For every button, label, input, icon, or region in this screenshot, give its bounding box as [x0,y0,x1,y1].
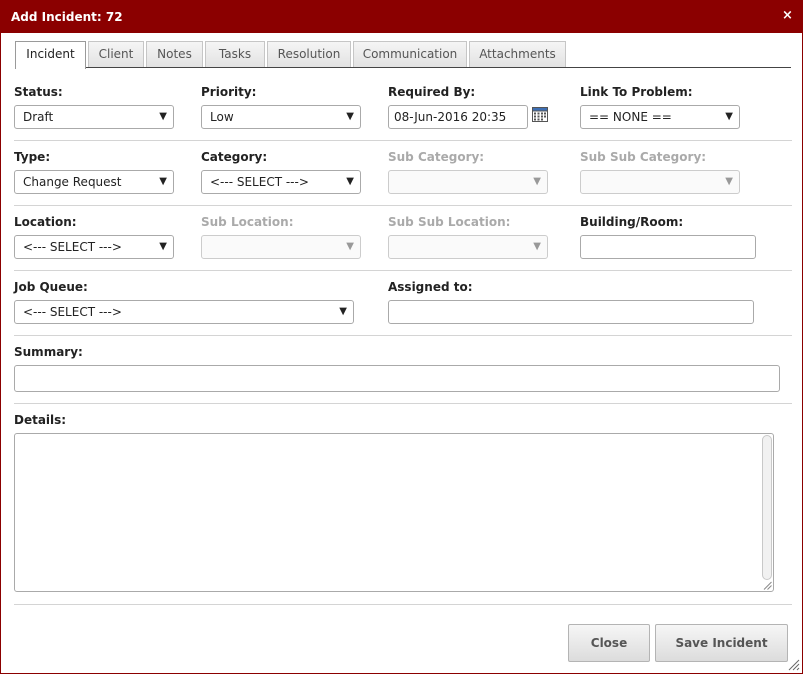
priority-select[interactable]: Low ▼ [201,105,361,129]
dialog-resize-grip-icon[interactable] [788,659,800,671]
details-label: Details: [14,413,67,427]
status-select[interactable]: Draft ▼ [14,105,174,129]
close-icon[interactable]: × [782,9,794,23]
divider [14,335,792,336]
category-label: Category: [201,150,268,164]
divider [14,403,792,404]
dropdown-arrow-icon: ▼ [725,176,733,187]
summary-label: Summary: [14,345,83,359]
location-select[interactable]: <--- SELECT ---> ▼ [14,235,174,259]
required-by-label: Required By: [388,85,476,99]
details-scrollbar[interactable] [762,435,772,580]
required-by-input[interactable]: 08-Jun-2016 20:35 [388,105,528,129]
priority-label: Priority: [201,85,257,99]
priority-value: Low [210,110,234,124]
location-label: Location: [14,215,77,229]
dropdown-arrow-icon: ▼ [533,241,541,252]
details-textarea[interactable] [14,433,774,592]
sub-sub-location-label: Sub Sub Location: [388,215,511,229]
dropdown-arrow-icon: ▼ [533,176,541,187]
save-incident-button[interactable]: Save Incident [655,624,788,662]
type-label: Type: [14,150,51,164]
tab-bar: Incident Client Notes Tasks Resolution C… [15,41,791,69]
sub-category-select: ▼ [388,170,548,194]
sub-location-label: Sub Location: [201,215,294,229]
sub-sub-category-label: Sub Sub Category: [580,150,707,164]
divider [14,205,792,206]
job-queue-value: <--- SELECT ---> [23,305,122,319]
link-to-problem-label: Link To Problem: [580,85,693,99]
job-queue-label: Job Queue: [14,280,88,294]
divider [14,604,792,605]
type-select[interactable]: Change Request ▼ [14,170,174,194]
divider [14,140,792,141]
dropdown-arrow-icon: ▼ [159,241,167,252]
link-to-problem-select[interactable]: == NONE == ▼ [580,105,740,129]
calendar-icon[interactable] [532,107,548,122]
tab-resolution[interactable]: Resolution [267,41,351,67]
add-incident-dialog: Add Incident: 72 × Incident Client Notes… [0,0,803,674]
status-label: Status: [14,85,63,99]
dropdown-arrow-icon: ▼ [346,241,354,252]
sub-location-select: ▼ [201,235,361,259]
divider [14,270,792,271]
dropdown-arrow-icon: ▼ [159,176,167,187]
summary-input[interactable] [14,365,780,392]
sub-category-label: Sub Category: [388,150,485,164]
job-queue-select[interactable]: <--- SELECT ---> ▼ [14,300,354,324]
assigned-to-input[interactable] [388,300,754,324]
assigned-to-label: Assigned to: [388,280,473,294]
tab-tasks[interactable]: Tasks [205,41,265,67]
tab-attachments[interactable]: Attachments [469,41,566,67]
dropdown-arrow-icon: ▼ [159,111,167,122]
dropdown-arrow-icon: ▼ [346,111,354,122]
dropdown-arrow-icon: ▼ [339,306,347,317]
dropdown-arrow-icon: ▼ [346,176,354,187]
category-value: <--- SELECT ---> [210,175,309,189]
tab-communication[interactable]: Communication [353,41,467,67]
link-to-problem-value: == NONE == [589,110,672,124]
dropdown-arrow-icon: ▼ [725,111,733,122]
tab-client[interactable]: Client [88,41,144,67]
category-select[interactable]: <--- SELECT ---> ▼ [201,170,361,194]
type-value: Change Request [23,175,122,189]
dialog-titlebar[interactable]: Add Incident: 72 × [1,1,802,33]
sub-sub-location-select: ▼ [388,235,548,259]
location-value: <--- SELECT ---> [23,240,122,254]
building-room-label: Building/Room: [580,215,684,229]
sub-sub-category-select: ▼ [580,170,740,194]
textarea-resize-grip-icon[interactable] [763,581,772,590]
tab-incident[interactable]: Incident [15,41,86,69]
dialog-title: Add Incident: 72 [11,10,123,24]
close-button[interactable]: Close [568,624,650,662]
building-room-input[interactable] [580,235,756,259]
status-value: Draft [23,110,54,124]
tab-notes[interactable]: Notes [146,41,203,67]
